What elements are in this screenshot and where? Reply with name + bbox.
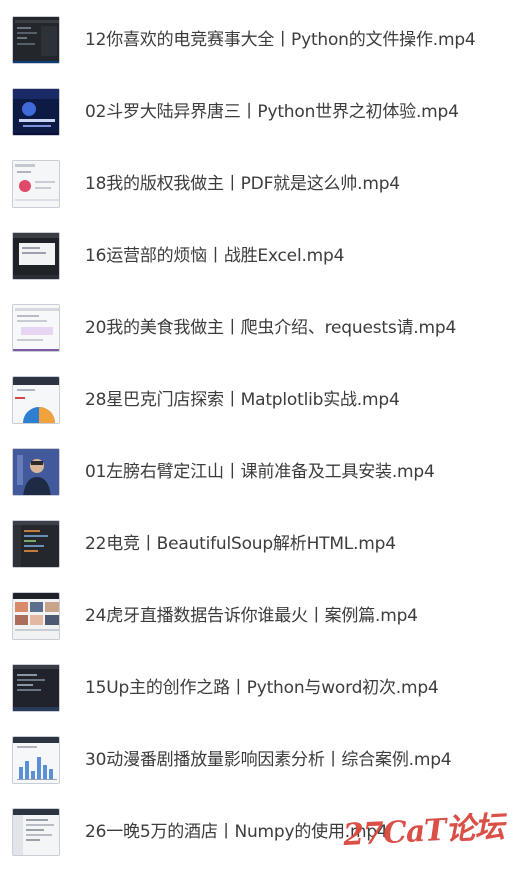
file-item-4[interactable]: 16运营部的烦恼丨战胜Excel.mp4	[0, 226, 520, 286]
file-item-9[interactable]: 24虎牙直播数据告诉你谁最火丨案例篇.mp4	[0, 586, 520, 646]
file-name[interactable]: 18我的版权我做主丨PDF就是这么帅.mp4	[85, 154, 400, 214]
video-thumbnail-5[interactable]	[12, 304, 60, 352]
file-item-11[interactable]: 30动漫番剧播放量影响因素分析丨综合案例.mp4	[0, 730, 520, 790]
video-thumbnail-7[interactable]	[12, 448, 60, 496]
file-name[interactable]: 22电竞丨BeautifulSoup解析HTML.mp4	[85, 514, 396, 574]
file-name[interactable]: 15Up主的创作之路丨Python与word初次.mp4	[85, 658, 439, 718]
video-thumbnail-3[interactable]	[12, 160, 60, 208]
file-name[interactable]: 28星巴克门店探索丨Matplotlib实战.mp4	[85, 370, 400, 430]
file-name[interactable]: 01左膀右臂定江山丨课前准备及工具安装.mp4	[85, 442, 435, 502]
file-name[interactable]: 24虎牙直播数据告诉你谁最火丨案例篇.mp4	[85, 586, 418, 646]
file-item-5[interactable]: 20我的美食我做主丨爬虫介绍、requests请.mp4	[0, 298, 520, 358]
video-thumbnail-1[interactable]	[12, 16, 60, 64]
video-thumbnail-11[interactable]	[12, 736, 60, 784]
file-item-3[interactable]: 18我的版权我做主丨PDF就是这么帅.mp4	[0, 154, 520, 214]
file-name[interactable]: 02斗罗大陆异界唐三丨Python世界之初体验.mp4	[85, 82, 459, 142]
video-thumbnail-9[interactable]	[12, 592, 60, 640]
file-item-1[interactable]: 12你喜欢的电竞赛事大全丨Python的文件操作.mp4	[0, 10, 520, 70]
file-name[interactable]: 16运营部的烦恼丨战胜Excel.mp4	[85, 226, 344, 286]
file-item-8[interactable]: 22电竞丨BeautifulSoup解析HTML.mp4	[0, 514, 520, 574]
video-thumbnail-12[interactable]	[12, 808, 60, 856]
video-thumbnail-6[interactable]	[12, 376, 60, 424]
file-name[interactable]: 12你喜欢的电竞赛事大全丨Python的文件操作.mp4	[85, 10, 476, 70]
watermark-logo: 27CaT论坛	[342, 809, 505, 854]
video-thumbnail-8[interactable]	[12, 520, 60, 568]
video-thumbnail-2[interactable]	[12, 88, 60, 136]
file-name[interactable]: 20我的美食我做主丨爬虫介绍、requests请.mp4	[85, 298, 456, 358]
video-thumbnail-10[interactable]	[12, 664, 60, 712]
file-name[interactable]: 30动漫番剧播放量影响因素分析丨综合案例.mp4	[85, 730, 452, 790]
file-item-7[interactable]: 01左膀右臂定江山丨课前准备及工具安装.mp4	[0, 442, 520, 502]
file-item-6[interactable]: 28星巴克门店探索丨Matplotlib实战.mp4	[0, 370, 520, 430]
file-item-2[interactable]: 02斗罗大陆异界唐三丨Python世界之初体验.mp4	[0, 82, 520, 142]
video-file-list: 12你喜欢的电竞赛事大全丨Python的文件操作.mp4 02斗罗大陆异界唐三丨…	[0, 0, 520, 870]
video-thumbnail-4[interactable]	[12, 232, 60, 280]
file-item-10[interactable]: 15Up主的创作之路丨Python与word初次.mp4	[0, 658, 520, 718]
